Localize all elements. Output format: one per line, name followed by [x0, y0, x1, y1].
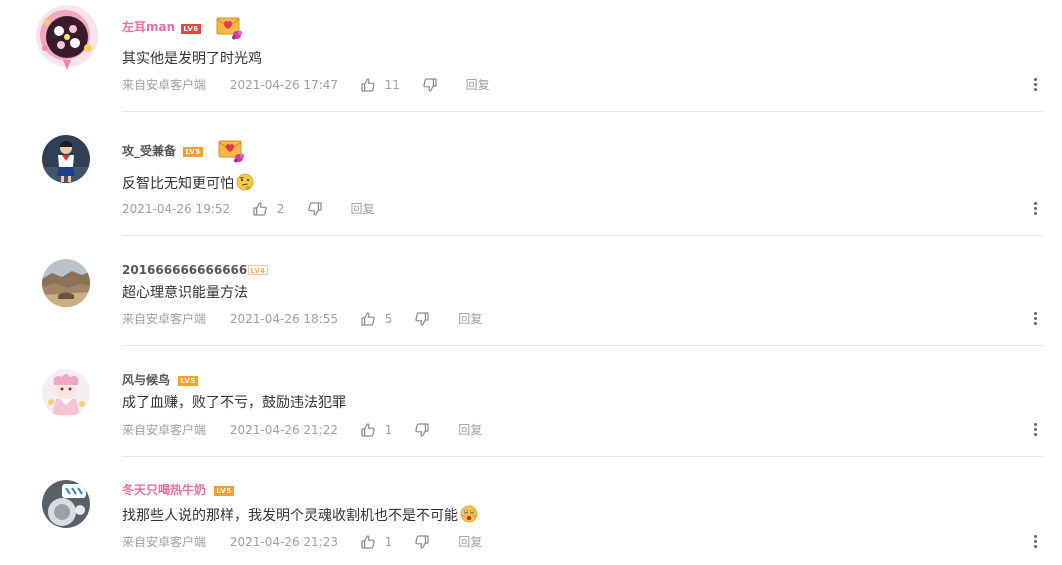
like-count: 5 — [384, 311, 393, 326]
level-badge: LV5 — [214, 486, 234, 496]
love-letter-medal-icon — [214, 12, 244, 42]
vertical-dots-icon[interactable] — [1031, 201, 1039, 217]
thumb-up-icon[interactable] — [360, 77, 376, 93]
comment-meta: 来自安卓客户端 2021-04-26 21:23 1 回复 — [122, 531, 482, 551]
timestamp: 2021-04-26 18:55 — [229, 311, 338, 326]
level-badge: LV4 — [248, 265, 268, 275]
divider — [122, 235, 1043, 236]
timestamp: 2021-04-26 17:47 — [229, 77, 338, 92]
username[interactable]: 2016666666666666 — [122, 262, 256, 278]
avatar[interactable] — [42, 259, 90, 307]
reply-button[interactable]: 回复 — [466, 75, 490, 95]
reply-button[interactable]: 回复 — [350, 199, 374, 219]
vertical-dots-icon[interactable] — [1031, 534, 1039, 550]
divider — [122, 111, 1043, 112]
like-count: 1 — [384, 534, 393, 549]
username[interactable]: 冬天只喝热牛奶 — [122, 482, 206, 498]
comment-text-content: 反智比无知更可怕 — [122, 176, 234, 192]
client-source: 来自安卓客户端 — [122, 422, 207, 437]
comment-text: 超心理意识能量方法 — [122, 285, 248, 301]
thumb-down-icon[interactable] — [414, 422, 430, 438]
username[interactable]: 攻_受兼备 — [122, 143, 176, 159]
comment-meta: 来自安卓客户端 2021-04-26 18:55 5 回复 — [122, 308, 482, 328]
comment-text: 其实他是发明了时光鸡 — [122, 51, 262, 67]
level-badge: LV5 — [178, 376, 198, 386]
comment-meta: 来自安卓客户端 2021-04-26 21:22 1 回复 — [122, 419, 482, 439]
like-count: 11 — [384, 77, 400, 92]
vertical-dots-icon[interactable] — [1031, 311, 1039, 327]
divider — [122, 345, 1043, 346]
love-letter-medal-icon — [216, 135, 246, 165]
timestamp: 2021-04-26 19:52 — [122, 201, 231, 216]
client-source: 来自安卓客户端 — [122, 534, 207, 549]
comment-text: 成了血赚，败了不亏，鼓励违法犯罪 — [122, 395, 346, 411]
vertical-dots-icon[interactable] — [1031, 77, 1039, 93]
thumb-up-icon[interactable] — [360, 422, 376, 438]
avatar[interactable] — [42, 480, 90, 528]
username[interactable]: 风与候鸟 — [122, 372, 170, 388]
divider — [122, 456, 1043, 457]
comment-text: 反智比无知更可怕 — [122, 173, 254, 194]
shocked-face-emoji — [460, 505, 478, 523]
timestamp: 2021-04-26 21:22 — [229, 422, 338, 437]
thumb-down-icon[interactable] — [307, 201, 323, 217]
like-count: 1 — [384, 422, 393, 437]
comment-meta: 来自安卓客户端 2021-04-26 17:47 11 回复 — [122, 74, 490, 94]
comment-text-content: 找那些人说的那样，我发明个灵魂收割机也不是不可能 — [122, 508, 458, 524]
thumb-up-icon[interactable] — [360, 311, 376, 327]
level-badge: LV5 — [183, 147, 203, 157]
avatar[interactable] — [33, 4, 101, 72]
client-source: 来自安卓客户端 — [122, 77, 207, 92]
level-badge: LV6 — [181, 24, 201, 34]
client-source: 来自安卓客户端 — [122, 311, 207, 326]
avatar[interactable] — [42, 369, 90, 417]
thumb-down-icon[interactable] — [414, 534, 430, 550]
thumb-down-icon[interactable] — [422, 77, 438, 93]
comment-text: 找那些人说的那样，我发明个灵魂收割机也不是不可能 — [122, 505, 478, 526]
thinking-face-emoji — [236, 173, 254, 191]
username[interactable]: 左耳man — [122, 19, 175, 35]
reply-button[interactable]: 回复 — [458, 309, 482, 329]
like-count: 2 — [276, 201, 285, 216]
thumb-down-icon[interactable] — [414, 311, 430, 327]
avatar[interactable] — [42, 135, 90, 183]
reply-button[interactable]: 回复 — [458, 420, 482, 440]
reply-button[interactable]: 回复 — [458, 532, 482, 552]
vertical-dots-icon[interactable] — [1031, 422, 1039, 438]
thumb-up-icon[interactable] — [252, 201, 268, 217]
timestamp: 2021-04-26 21:23 — [229, 534, 338, 549]
comment-meta: 2021-04-26 19:52 2 回复 — [122, 198, 374, 218]
thumb-up-icon[interactable] — [360, 534, 376, 550]
